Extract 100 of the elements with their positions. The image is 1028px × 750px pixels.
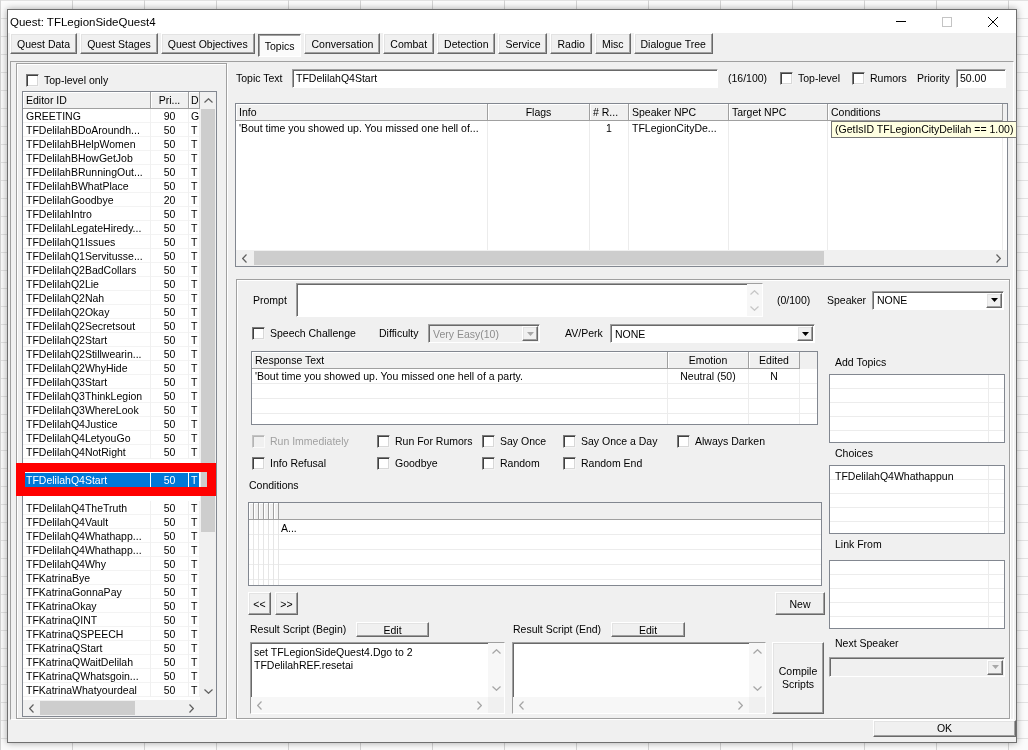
chevron-left-icon[interactable] (519, 700, 524, 710)
ok-button[interactable]: OK (873, 720, 1016, 737)
close-icon[interactable] (988, 16, 998, 27)
list-row[interactable]: TFDelilahQ2Lie 50 T (23, 277, 200, 291)
list-row[interactable]: TFDelilahQ4Whathapp... 50 T (23, 529, 200, 543)
tab[interactable]: Conversation (304, 33, 381, 54)
column-header[interactable]: Info (236, 104, 488, 121)
list-item[interactable]: TFDelilahQ4Whathappun (830, 469, 959, 483)
chevron-down-icon[interactable] (752, 686, 762, 691)
checkbox[interactable] (563, 435, 576, 448)
speaker-dropdown[interactable]: NONE (872, 290, 1004, 310)
prompt-field[interactable] (296, 283, 763, 317)
column-header[interactable]: Editor ID (23, 92, 151, 109)
chevron-left-icon[interactable] (29, 703, 34, 713)
compile-scripts-button[interactable]: Compile Scripts (772, 642, 824, 714)
checkbox[interactable] (677, 435, 690, 448)
column-header[interactable]: Edited (749, 352, 800, 369)
list-row[interactable]: TFKatrinaQWhatsgoin... 50 T (23, 669, 200, 683)
list-row[interactable]: TFDelilahQ4TheTruth 50 T (23, 501, 200, 515)
list-row[interactable]: TFKatrinaQWaitDelilah 50 T (23, 655, 200, 669)
list-row[interactable]: TFKatrinaQSPEECH 50 T (23, 627, 200, 641)
list-row[interactable]: TFDelilahQ1Issues 50 T (23, 235, 200, 249)
list-row[interactable]: TFDelilahQ4Justice 50 T (23, 417, 200, 431)
list-row[interactable]: TFDelilahQ2BadCollars 50 T (23, 263, 200, 277)
next-button[interactable]: >> (275, 592, 298, 615)
topic-text-field[interactable]: TFDelilahQ4Start (292, 69, 718, 88)
tab[interactable]: Quest Stages (80, 33, 158, 54)
previous-button[interactable]: << (248, 592, 271, 615)
list-row[interactable]: TFDelilahQ1Servitusse... 50 T (23, 249, 200, 263)
list-row[interactable]: TFDelilahQ4NotRight 50 T (23, 445, 200, 459)
list-row[interactable]: TFDelilahQ4Whathapp... 50 T (23, 543, 200, 557)
checkbox[interactable] (377, 435, 390, 448)
list-row[interactable]: TFDelilahQ4LetyouGo 50 T (23, 431, 200, 445)
tab[interactable]: Quest Data (10, 33, 78, 54)
horizontal-scrollbar[interactable] (23, 700, 200, 716)
list-row[interactable]: TFDelilahQ3WhereLook 50 T (23, 403, 200, 417)
list-row[interactable]: TFDelilahLegateHiredy... 50 T (23, 221, 200, 235)
list-row[interactable]: TFDelilahQ3Start 50 T (23, 375, 200, 389)
tab[interactable]: Combat (383, 33, 435, 54)
chevron-right-icon[interactable] (477, 700, 482, 710)
vertical-scrollbar[interactable] (488, 643, 504, 697)
list-row[interactable]: TFKatrinaOkay 50 T (23, 599, 200, 613)
add-topics-list[interactable] (829, 374, 1005, 443)
list-row[interactable]: TFKatrinaGonnaPay 50 T (23, 585, 200, 599)
vertical-scrollbar[interactable] (749, 643, 765, 697)
list-row[interactable]: TFDelilahQ4Vault 50 T (23, 515, 200, 529)
checkbox[interactable] (852, 72, 865, 85)
column-header[interactable]: Pri... (151, 92, 189, 109)
column-header[interactable]: # R... (590, 104, 629, 121)
caret-down-icon[interactable] (801, 331, 809, 336)
script-field[interactable] (512, 642, 766, 714)
tab[interactable]: Topics (257, 34, 302, 57)
checkbox[interactable] (482, 457, 495, 470)
horizontal-scrollbar[interactable] (513, 697, 749, 713)
tab[interactable]: Radio (550, 33, 592, 54)
checkbox[interactable] (780, 72, 793, 85)
list-row[interactable]: TFKatrinaQINT 50 T (23, 613, 200, 627)
vertical-scrollbar[interactable] (200, 92, 216, 700)
chevron-right-icon[interactable] (189, 703, 194, 713)
list-row[interactable]: TFDelilahQ2WhyHide 50 T (23, 361, 200, 375)
chevron-down-icon[interactable] (491, 686, 501, 691)
tab[interactable]: Misc (594, 33, 631, 54)
list-row[interactable]: TFKatrinaBye 50 T (23, 571, 200, 585)
chevron-up-icon[interactable] (203, 98, 213, 103)
checkbox[interactable] (252, 327, 265, 340)
column-header[interactable]: Emotion (668, 352, 749, 369)
checkbox[interactable] (377, 457, 390, 470)
av-perk-dropdown[interactable]: NONE (610, 324, 815, 343)
script-field[interactable]: set TFLegionSideQuest4.Dgo to 2 TFDelilahREF.resetai (250, 642, 505, 714)
chevron-left-icon[interactable] (257, 700, 262, 710)
checkbox[interactable] (482, 435, 495, 448)
list-row[interactable]: TFDelilahIntro 50 T (23, 207, 200, 221)
list-row[interactable]: TFDelilahQ2Okay 50 T (23, 305, 200, 319)
edit-button[interactable]: Edit (356, 622, 429, 637)
scrollbar-thumb[interactable] (201, 109, 215, 532)
list-row[interactable]: TFDelilahQ2Stillwearin... 50 T (23, 347, 200, 361)
checkbox[interactable] (563, 457, 576, 470)
list-row[interactable]: TFDelilahQ4Why 50 T (23, 557, 200, 571)
new-button[interactable]: New (775, 592, 825, 615)
column-header[interactable]: Conditions (828, 104, 1003, 121)
chevron-up-icon[interactable] (491, 649, 501, 654)
horizontal-scrollbar[interactable] (251, 697, 488, 713)
chevron-right-icon[interactable] (996, 253, 1001, 263)
chevron-right-icon[interactable] (738, 700, 743, 710)
list-row[interactable]: TFDelilahQ2Start 50 T (23, 333, 200, 347)
checkbox[interactable] (252, 457, 265, 470)
list-row[interactable]: TFDelilahBRunningOut... 50 T (23, 165, 200, 179)
list-row[interactable]: TFDelilahBHelpWomen 50 T (23, 137, 200, 151)
edit-button[interactable]: Edit (611, 622, 685, 637)
list-row[interactable]: GREETING 90 G (23, 109, 200, 123)
column-header[interactable]: Flags (488, 104, 590, 121)
chevron-up-icon[interactable] (752, 649, 762, 654)
chevron-left-icon[interactable] (242, 253, 247, 263)
list-row[interactable]: TFDelilahQ2Secretsout 50 T (23, 319, 200, 333)
column-header[interactable]: Response Text (252, 352, 668, 369)
column-header[interactable]: Target NPC (729, 104, 828, 121)
list-row[interactable]: TFDelilahBWhatPlace 50 T (23, 179, 200, 193)
column-header[interactable]: Speaker NPC (629, 104, 729, 121)
tab[interactable]: Quest Objectives (160, 33, 255, 54)
list-row[interactable]: TFKatrinaWhatyourdeal 50 T (23, 683, 200, 697)
